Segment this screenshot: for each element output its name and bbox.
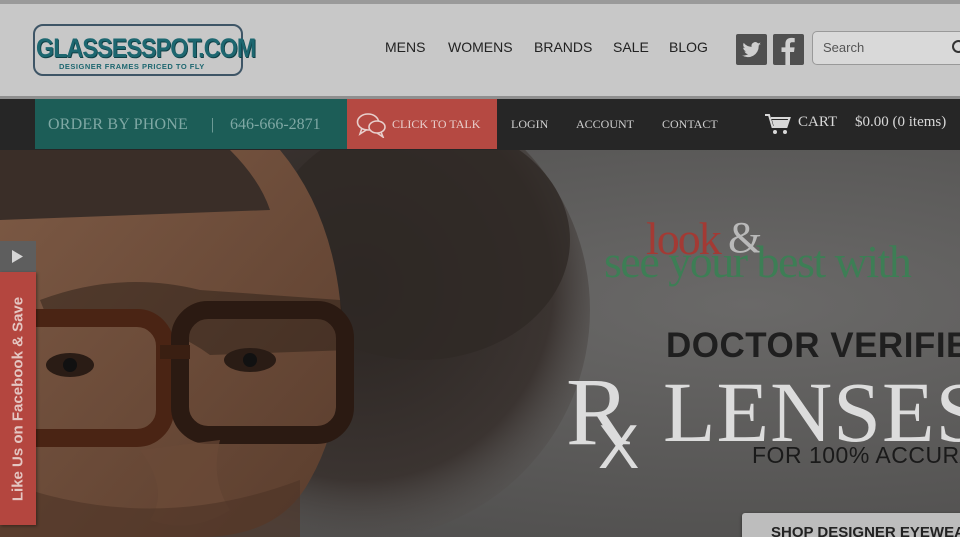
logo-tagline: DESIGNER FRAMES PRICED TO FLY: [59, 62, 205, 71]
nav-sale[interactable]: SALE: [613, 39, 649, 55]
shop-designer-eyewear-button[interactable]: SHOP DESIGNER EYEWEAR: [742, 513, 960, 537]
search-input[interactable]: [823, 40, 943, 55]
login-link[interactable]: LOGIN: [511, 117, 548, 132]
hero-banner[interactable]: look & see your best with DOCTOR VERIFIE…: [0, 150, 960, 537]
facebook-icon[interactable]: [773, 34, 804, 65]
site-logo[interactable]: GLASSESSPOT.COM DESIGNER FRAMES PRICED T…: [33, 24, 256, 76]
twitter-icon[interactable]: [736, 34, 767, 65]
hero-tagline: see your best with: [604, 236, 912, 287]
phone-label: ORDER BY PHONE: [48, 116, 188, 133]
phone-number[interactable]: 646-666-2871: [230, 116, 321, 134]
click-to-talk-label: CLICK TO TALK: [392, 117, 481, 131]
chat-bubbles-icon: [356, 113, 386, 138]
shop-button-label: SHOP DESIGNER EYEWEAR: [771, 524, 960, 537]
contact-link[interactable]: CONTACT: [662, 117, 718, 132]
cart-total[interactable]: $0.00 (0 items): [855, 114, 946, 131]
search-icon[interactable]: [951, 39, 960, 57]
play-arrow-icon: [12, 250, 23, 263]
nav-mens[interactable]: MENS: [385, 39, 425, 55]
account-link[interactable]: ACCOUNT: [576, 117, 634, 132]
hero-accuracy-text: FOR 100% ACCURACY: [752, 442, 960, 468]
nav-womens[interactable]: WOMENS: [448, 39, 513, 55]
facebook-tab-toggle[interactable]: [0, 241, 36, 272]
nav-blog[interactable]: BLOG: [669, 39, 708, 55]
order-by-phone[interactable]: ORDER BY PHONE | 646-666-2871: [35, 99, 347, 149]
facebook-tab-label: Like Us on Facebook & Save: [9, 296, 27, 502]
click-to-talk-button[interactable]: CLICK TO TALK: [347, 99, 497, 149]
cart-link[interactable]: CART: [798, 114, 837, 131]
facebook-like-tab[interactable]: Like Us on Facebook & Save: [0, 272, 36, 525]
phone-separator: |: [211, 116, 215, 133]
nav-brands[interactable]: BRANDS: [534, 39, 592, 55]
rx-symbol-x: X: [598, 413, 640, 482]
cart-icon[interactable]: [764, 112, 792, 136]
hero-model-photo: [0, 150, 590, 537]
search-box[interactable]: [812, 31, 960, 65]
logo-text: GLASSESSPOT.COM: [36, 33, 256, 63]
hero-doctor-verified: DOCTOR VERIFIED: [666, 326, 960, 365]
